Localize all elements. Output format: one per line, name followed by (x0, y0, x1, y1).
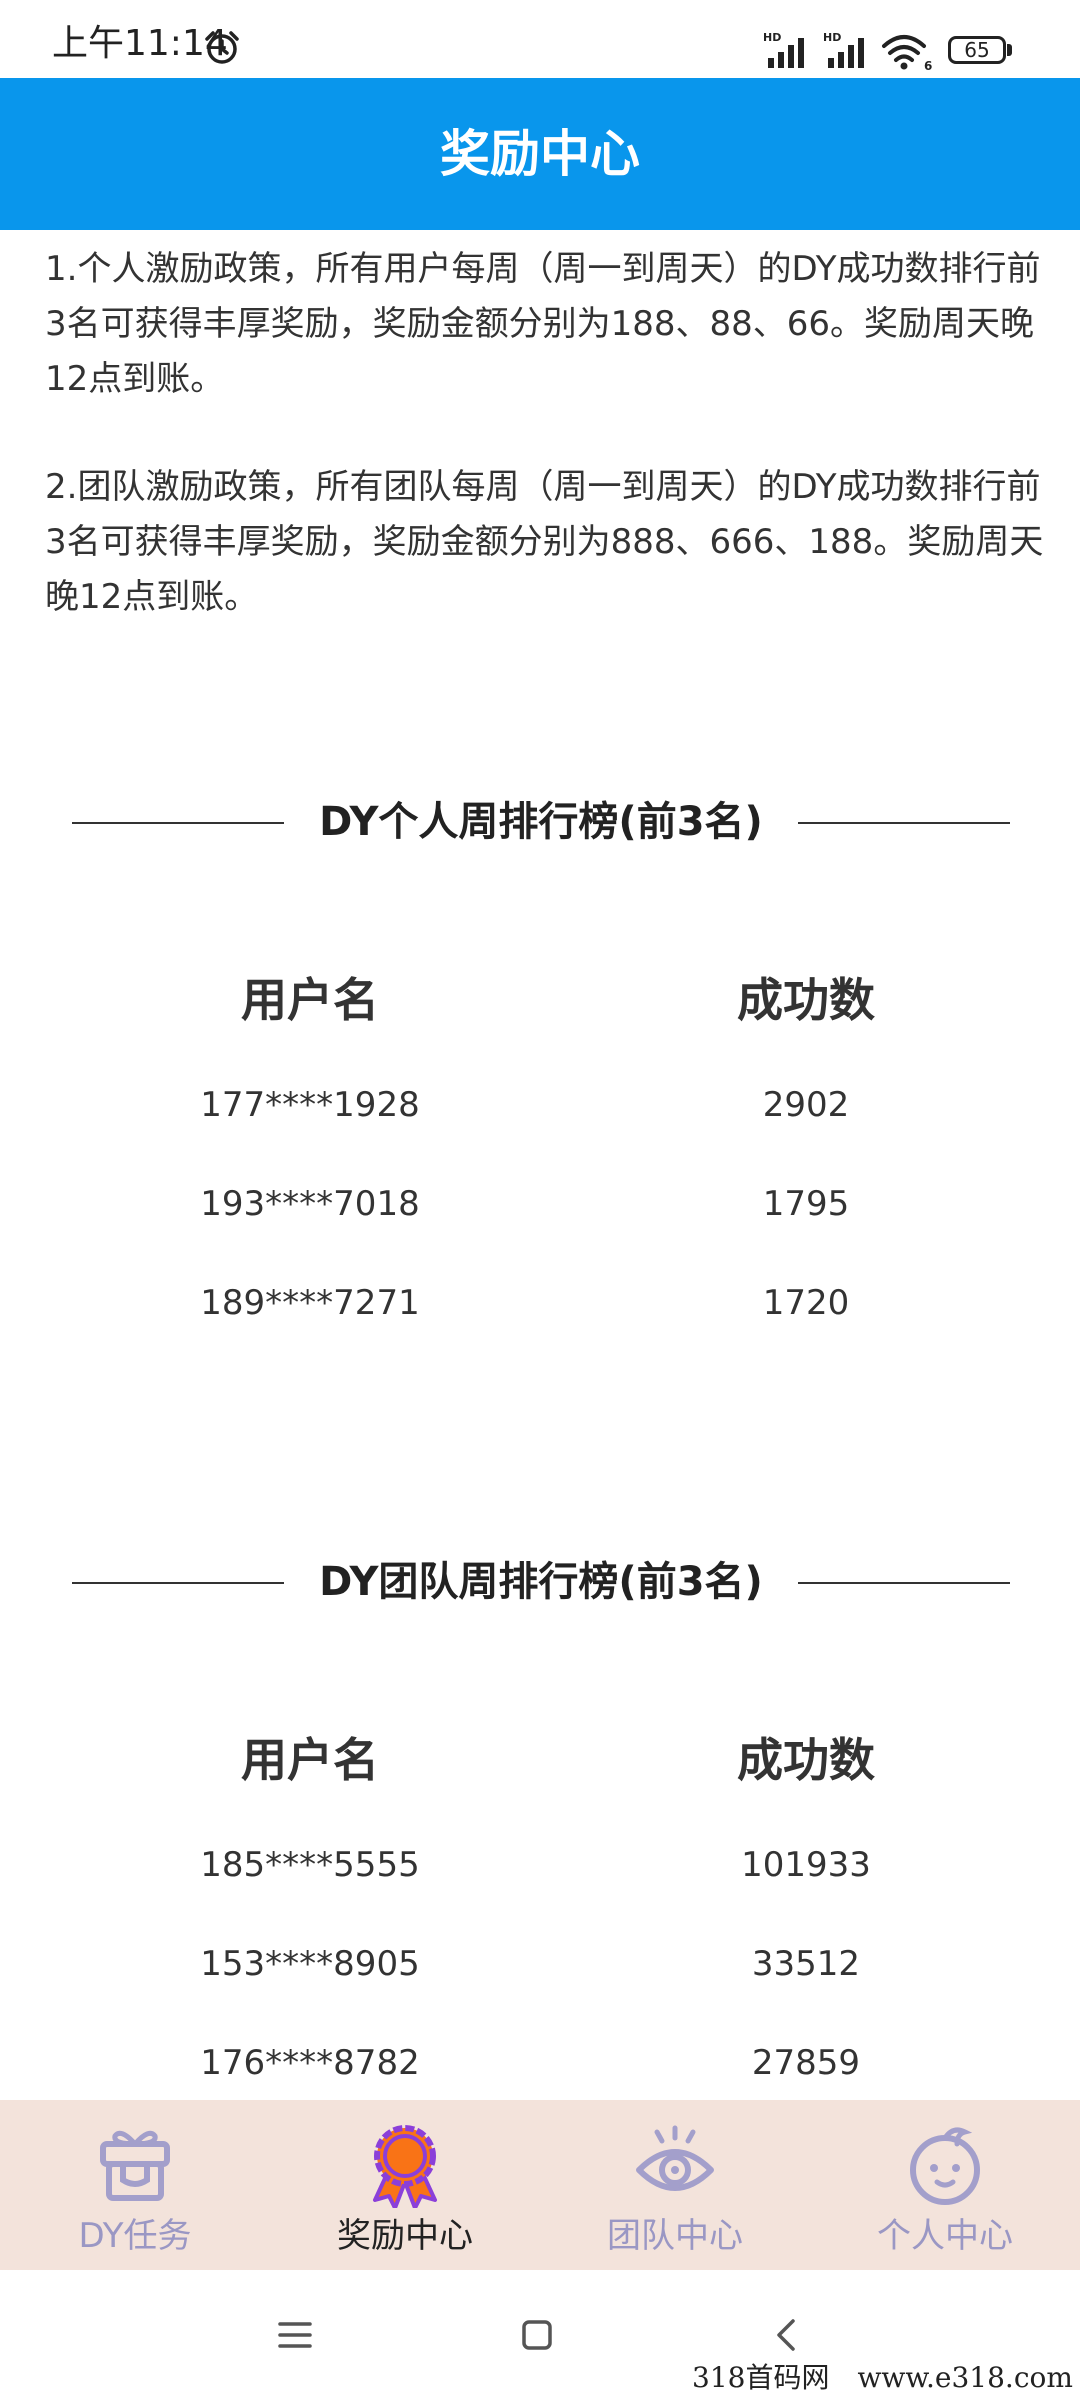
battery-tip (1007, 44, 1012, 56)
table-row: 193****7018 1795 (0, 1174, 1080, 1234)
username-cell: 176****8782 (200, 2043, 420, 2083)
personal-policy-text: 1.个人激励政策，所有用户每周（周一到周天）的DY成功数排行前3名可获得丰厚奖励… (45, 249, 1041, 399)
tab-dy-tasks[interactable]: DY任务 (0, 2100, 270, 2270)
team-ranking-title: DY团队周排行榜(前3名) (319, 1559, 763, 1605)
divider-line (798, 822, 1010, 824)
table-row: 185****5555 101933 (0, 1835, 1080, 1895)
bottom-tab-bar: DY任务 奖励中心 团队中心 个人中心 (0, 2100, 1080, 2270)
tab-label: DY任务 (78, 2216, 192, 2256)
column-header-username: 用户名 (241, 973, 379, 1027)
tab-label: 团队中心 (607, 2216, 743, 2256)
signal-hd-icon: HD (763, 31, 804, 68)
battery-level: 65 (948, 36, 1006, 64)
divider-line (798, 1582, 1010, 1584)
page-header: 奖励中心 (0, 78, 1080, 230)
personal-ranking-heading: DY个人周排行榜(前3名) (0, 787, 1080, 857)
table-row: 177****1928 2902 (0, 1075, 1080, 1135)
status-bar: 上午11:14 HD HD 6 65 (0, 0, 1080, 78)
username-cell: 177****1928 (200, 1085, 420, 1125)
svg-text:HD: HD (763, 31, 781, 44)
svg-text:6: 6 (924, 59, 932, 72)
username-cell: 193****7018 (200, 1184, 420, 1224)
tab-label: 个人中心 (877, 2216, 1013, 2256)
username-cell: 153****8905 (200, 1944, 420, 1984)
eye-icon (636, 2125, 714, 2191)
battery-indicator: 65 (948, 36, 1012, 66)
success-count-cell: 1720 (762, 1283, 850, 1323)
divider-line (72, 822, 284, 824)
table-row: 153****8905 33512 (0, 1934, 1080, 1994)
tab-label: 奖励中心 (337, 2216, 473, 2256)
gift-box-icon (100, 2130, 170, 2201)
success-count-cell: 101933 (741, 1845, 871, 1885)
watermark-text: 318首码网 www.e318.com (692, 2361, 1073, 2394)
personal-ranking-title: DY个人周排行榜(前3名) (319, 799, 763, 845)
success-count-cell: 27859 (751, 2043, 861, 2083)
home-square-icon[interactable] (512, 2310, 562, 2360)
status-time: 上午11:14 (52, 23, 228, 64)
svg-text:HD: HD (823, 31, 841, 44)
table-row: 189****7271 1720 (0, 1273, 1080, 1333)
username-cell: 189****7271 (200, 1283, 420, 1323)
success-count-cell: 1795 (762, 1184, 850, 1224)
divider-line (72, 1582, 284, 1584)
medal-icon (373, 2125, 437, 2208)
success-count-cell: 33512 (751, 1944, 861, 1984)
column-header-username: 用户名 (241, 1733, 379, 1787)
page-title: 奖励中心 (440, 125, 640, 183)
column-header-success-count: 成功数 (737, 1733, 875, 1787)
menu-icon[interactable] (270, 2310, 320, 2360)
team-policy-text: 2.团队激励政策，所有团队每周（周一到周天）的DY成功数排行前3名可获得丰厚奖励… (45, 467, 1044, 617)
table-row: 176****8782 27859 (0, 2033, 1080, 2093)
success-count-cell: 2902 (762, 1085, 850, 1125)
table-header: 用户名 成功数 (0, 965, 1080, 1035)
tab-personal-center[interactable]: 个人中心 (810, 2100, 1080, 2270)
team-ranking-heading: DY团队周排行榜(前3名) (0, 1547, 1080, 1617)
column-header-success-count: 成功数 (737, 973, 875, 1027)
signal-hd-icon-2: HD (823, 31, 864, 68)
table-header: 用户名 成功数 (0, 1725, 1080, 1795)
face-icon (910, 2127, 980, 2205)
username-cell: 185****5555 (200, 1845, 420, 1885)
wifi-icon: 6 (882, 35, 932, 72)
tab-team-center[interactable]: 团队中心 (540, 2100, 810, 2270)
alarm-clock-icon (205, 31, 239, 64)
back-chevron-icon[interactable] (762, 2310, 812, 2360)
tab-reward-center[interactable]: 奖励中心 (270, 2100, 540, 2270)
